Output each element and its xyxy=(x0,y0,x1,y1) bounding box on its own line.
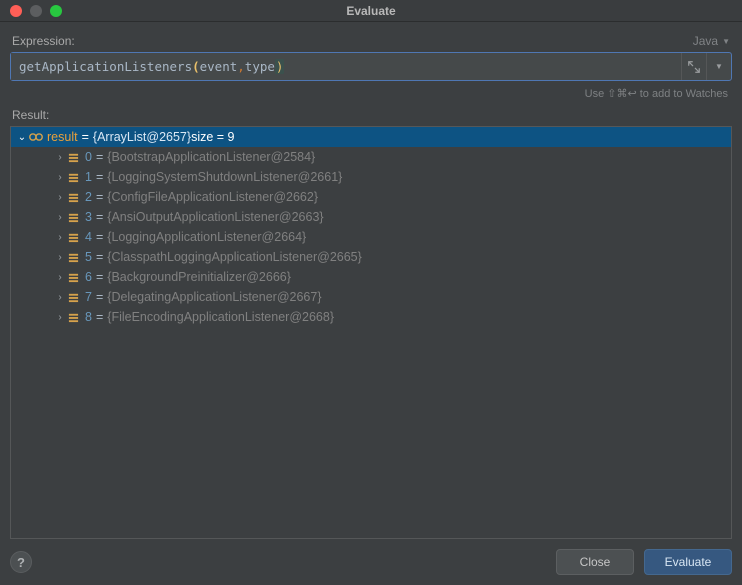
expand-icon[interactable]: › xyxy=(53,312,67,323)
expr-fn: getApplicationListeners xyxy=(19,59,192,74)
array-element-icon xyxy=(67,231,79,243)
result-size: size = 9 xyxy=(191,130,234,144)
window-title: Evaluate xyxy=(0,4,742,18)
item-ref: {FileEncodingApplicationListener@2668} xyxy=(107,310,334,324)
item-index: 5 xyxy=(85,250,92,264)
result-var-name: result xyxy=(47,130,78,144)
array-element-icon xyxy=(67,211,79,223)
item-index: 0 xyxy=(85,150,92,164)
array-element-icon xyxy=(67,171,79,183)
item-ref: {LoggingSystemShutdownListener@2661} xyxy=(107,170,342,184)
item-ref: {DelegatingApplicationListener@2667} xyxy=(107,290,321,304)
equals-sign: = xyxy=(96,210,103,224)
expand-icon[interactable]: › xyxy=(53,292,67,303)
item-index: 4 xyxy=(85,230,92,244)
expression-label: Expression: xyxy=(12,34,75,48)
expand-icon xyxy=(687,60,701,74)
result-ref: {ArrayList@2657} xyxy=(93,130,191,144)
window-controls xyxy=(10,5,62,17)
item-index: 3 xyxy=(85,210,92,224)
equals-sign: = xyxy=(96,310,103,324)
result-item-row[interactable]: › 2 = {ConfigFileApplicationListener@2662… xyxy=(11,187,731,207)
equals-sign: = xyxy=(96,170,103,184)
expand-icon[interactable]: › xyxy=(53,272,67,283)
equals-sign: = xyxy=(96,270,103,284)
close-window-button[interactable] xyxy=(10,5,22,17)
result-item-row[interactable]: › 3 = {AnsiOutputApplicationListener@2663… xyxy=(11,207,731,227)
result-item-row[interactable]: › 7 = {DelegatingApplicationListener@2667… xyxy=(11,287,731,307)
item-ref: {ClasspathLoggingApplicationListener@266… xyxy=(107,250,362,264)
result-panel: ⌄ result = {ArrayList@2657} size = 9 › 0 … xyxy=(10,126,732,539)
item-ref: {BackgroundPreinitializer@2666} xyxy=(107,270,291,284)
item-ref: {ConfigFileApplicationListener@2662} xyxy=(107,190,318,204)
equals-sign: = xyxy=(82,130,89,144)
item-index: 6 xyxy=(85,270,92,284)
expr-comma: , xyxy=(237,59,245,74)
result-root-row[interactable]: ⌄ result = {ArrayList@2657} size = 9 xyxy=(11,127,731,147)
result-item-row[interactable]: › 0 = {BootstrapApplicationListener@2584} xyxy=(11,147,731,167)
item-ref: {AnsiOutputApplicationListener@2663} xyxy=(107,210,323,224)
chevron-down-icon: ▼ xyxy=(722,37,730,46)
minimize-window-button[interactable] xyxy=(30,5,42,17)
result-item-row[interactable]: › 6 = {BackgroundPreinitializer@2666} xyxy=(11,267,731,287)
equals-sign: = xyxy=(96,290,103,304)
item-ref: {BootstrapApplicationListener@2584} xyxy=(107,150,315,164)
result-tree[interactable]: ⌄ result = {ArrayList@2657} size = 9 › 0 … xyxy=(11,127,731,327)
expand-icon[interactable]: › xyxy=(53,232,67,243)
expr-arg1: event xyxy=(200,59,238,74)
equals-sign: = xyxy=(96,190,103,204)
close-button[interactable]: Close xyxy=(556,549,634,575)
expression-history-button[interactable]: ▼ xyxy=(707,53,731,80)
result-item-row[interactable]: › 1 = {LoggingSystemShutdownListener@2661… xyxy=(11,167,731,187)
expand-icon[interactable]: ⌄ xyxy=(15,132,29,143)
evaluate-button[interactable]: Evaluate xyxy=(644,549,732,575)
item-ref: {LoggingApplicationListener@2664} xyxy=(107,230,306,244)
watches-hint: Use ⇧⌘↩ to add to Watches xyxy=(10,87,728,100)
expr-close-paren: ) xyxy=(275,59,285,74)
title-bar: Evaluate xyxy=(0,0,742,22)
array-element-icon xyxy=(67,311,79,323)
equals-sign: = xyxy=(96,230,103,244)
expr-open-paren: ( xyxy=(192,59,200,74)
language-selector[interactable]: Java ▼ xyxy=(693,34,730,48)
array-element-icon xyxy=(67,151,79,163)
array-element-icon xyxy=(67,251,79,263)
item-index: 1 xyxy=(85,170,92,184)
equals-sign: = xyxy=(96,250,103,264)
expand-icon[interactable]: › xyxy=(53,172,67,183)
chevron-down-icon: ▼ xyxy=(715,62,723,71)
array-element-icon xyxy=(67,291,79,303)
equals-sign: = xyxy=(96,150,103,164)
expand-icon[interactable]: › xyxy=(53,212,67,223)
expand-expression-button[interactable] xyxy=(682,53,706,80)
item-index: 7 xyxy=(85,290,92,304)
help-button[interactable]: ? xyxy=(10,551,32,573)
expr-arg2: type xyxy=(245,59,275,74)
array-element-icon xyxy=(67,191,79,203)
result-item-row[interactable]: › 8 = {FileEncodingApplicationListener@26… xyxy=(11,307,731,327)
result-item-row[interactable]: › 4 = {LoggingApplicationListener@2664} xyxy=(11,227,731,247)
expression-field-wrap: getApplicationListeners(event, type) ▼ xyxy=(10,52,732,81)
object-icon xyxy=(29,131,43,143)
array-element-icon xyxy=(67,271,79,283)
expand-icon[interactable]: › xyxy=(53,152,67,163)
item-index: 8 xyxy=(85,310,92,324)
result-label: Result: xyxy=(12,108,730,122)
expand-icon[interactable]: › xyxy=(53,252,67,263)
zoom-window-button[interactable] xyxy=(50,5,62,17)
result-item-row[interactable]: › 5 = {ClasspathLoggingApplicationListene… xyxy=(11,247,731,267)
expand-icon[interactable]: › xyxy=(53,192,67,203)
language-name: Java xyxy=(693,34,718,48)
expression-input[interactable]: getApplicationListeners(event, type) xyxy=(11,53,681,80)
item-index: 2 xyxy=(85,190,92,204)
